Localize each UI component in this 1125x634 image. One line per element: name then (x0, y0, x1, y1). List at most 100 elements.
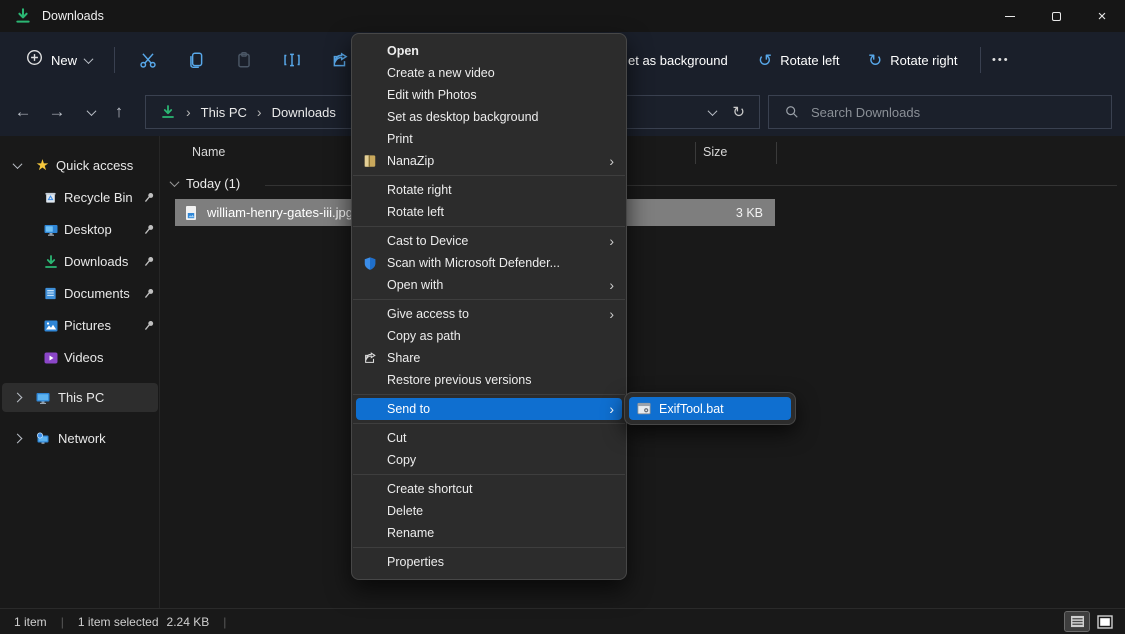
status-bar: 1 item | 1 item selected 2.24 KB | (0, 608, 1125, 634)
large-icons-view-button[interactable] (1093, 612, 1117, 631)
menu-item-nanazip[interactable]: NanaZip › (352, 150, 626, 172)
close-button[interactable]: × (1079, 0, 1125, 32)
maximize-button[interactable] (1033, 0, 1079, 32)
menu-item-create-a-new-video[interactable]: Create a new video (352, 62, 626, 84)
menu-item-properties[interactable]: Properties (352, 551, 626, 573)
new-button[interactable]: New (18, 42, 100, 78)
pictures-icon (42, 317, 59, 334)
toolbar-divider (980, 47, 981, 73)
menu-item-edit-with-photos[interactable]: Edit with Photos (352, 84, 626, 106)
large-icons-view-icon (1097, 615, 1113, 629)
title-bar: Downloads × (0, 0, 1125, 32)
menu-item-label: Cut (387, 431, 406, 445)
submenu-item-exiftool[interactable]: ExifTool.bat (629, 397, 791, 420)
item-count: 1 item (14, 615, 47, 629)
menu-item-copy[interactable]: Copy (352, 449, 626, 471)
menu-item-cut[interactable]: Cut (352, 427, 626, 449)
menu-item-copy-as-path[interactable]: Copy as path (352, 325, 626, 347)
menu-item-share[interactable]: Share (352, 347, 626, 369)
menu-separator (353, 299, 625, 300)
menu-separator (353, 394, 625, 395)
sidebar-item-network[interactable]: Network (2, 424, 158, 453)
menu-item-rename[interactable]: Rename (352, 522, 626, 544)
sidebar-item-recycle-bin[interactable]: Recycle Bin (2, 183, 158, 212)
file-size: 3 KB (736, 206, 763, 220)
menu-item-create-shortcut[interactable]: Create shortcut (352, 478, 626, 500)
chevron-down-icon (170, 177, 180, 187)
menu-separator (353, 226, 625, 227)
menu-item-set-as-desktop-background[interactable]: Set as desktop background (352, 106, 626, 128)
send-to-submenu: ExifTool.bat (624, 392, 796, 425)
sidebar-item-this-pc[interactable]: This PC (2, 383, 158, 412)
group-header-today[interactable]: Today (1) (171, 176, 240, 191)
menu-item-restore-previous-versions[interactable]: Restore previous versions (352, 369, 626, 391)
menu-item-give-access-to[interactable]: Give access to › (352, 303, 626, 325)
menu-item-rotate-left[interactable]: Rotate left (352, 201, 626, 223)
forward-button[interactable]: → (42, 98, 72, 126)
column-separator[interactable] (695, 142, 696, 164)
rename-button[interactable] (273, 42, 311, 78)
menu-item-label: Delete (387, 504, 423, 518)
rotate-left-button[interactable]: ↺ Rotate left (748, 42, 850, 78)
new-button-label: New (51, 53, 77, 68)
menu-item-open[interactable]: Open (352, 40, 626, 62)
submenu-arrow-icon: › (609, 278, 614, 292)
nanazip-icon (361, 152, 379, 170)
defender-shield-icon (361, 254, 379, 272)
refresh-icon[interactable]: ↻ (732, 103, 745, 121)
menu-item-delete[interactable]: Delete (352, 500, 626, 522)
selection-count: 1 item selected (78, 615, 159, 629)
search-icon (785, 105, 799, 119)
column-header-name[interactable]: Name (192, 145, 225, 159)
menu-item-label: Print (387, 132, 413, 146)
group-label: Today (1) (186, 176, 240, 191)
sidebar-item-pictures[interactable]: Pictures (2, 311, 158, 340)
rotate-right-button[interactable]: ↻ Rotate right (858, 42, 967, 78)
recent-locations-button[interactable] (76, 98, 106, 126)
sidebar-item-label: Pictures (64, 318, 111, 333)
breadcrumb-this-pc[interactable]: This PC (201, 105, 247, 120)
search-input[interactable] (811, 105, 1071, 120)
column-separator[interactable] (776, 142, 777, 164)
breadcrumb-downloads[interactable]: Downloads (272, 105, 336, 120)
menu-item-label: Rotate left (387, 205, 444, 219)
menu-item-rotate-right[interactable]: Rotate right (352, 179, 626, 201)
set-as-background-label[interactable]: et as background (628, 53, 728, 68)
window-title: Downloads (42, 9, 104, 23)
paste-button[interactable] (225, 42, 263, 78)
close-icon: × (1098, 9, 1107, 24)
sidebar-item-label: Documents (64, 286, 130, 301)
menu-item-label: Scan with Microsoft Defender... (387, 256, 560, 270)
sidebar-item-documents[interactable]: Documents (2, 279, 158, 308)
sidebar-item-label: Quick access (56, 158, 133, 173)
menu-item-scan-with-microsoft-defender[interactable]: Scan with Microsoft Defender... (352, 252, 626, 274)
menu-item-print[interactable]: Print (352, 128, 626, 150)
pin-icon (143, 255, 156, 268)
column-header-size[interactable]: Size (703, 145, 727, 159)
sidebar-item-desktop[interactable]: Desktop (2, 215, 158, 244)
see-more-button[interactable]: ••• (982, 42, 1020, 78)
cut-button[interactable] (129, 42, 167, 78)
rotate-right-label: Rotate right (890, 53, 957, 68)
chevron-right-icon (13, 393, 23, 403)
file-name: william-henry-gates-iii.jpg (207, 205, 353, 220)
menu-item-open-with[interactable]: Open with › (352, 274, 626, 296)
sidebar-item-quick-access[interactable]: ★ Quick access (2, 151, 158, 180)
star-icon: ★ (34, 157, 51, 174)
menu-item-send-to[interactable]: Send to › (356, 398, 622, 420)
sidebar-item-videos[interactable]: Videos (2, 343, 158, 372)
rotate-left-icon: ↺ (758, 52, 772, 69)
back-button[interactable]: ← (8, 98, 38, 126)
sidebar-item-label: Recycle Bin (64, 190, 133, 205)
minimize-button[interactable] (987, 0, 1033, 32)
details-view-button[interactable] (1065, 612, 1089, 631)
sidebar-item-downloads[interactable]: Downloads (2, 247, 158, 276)
address-dropdown-icon[interactable] (708, 106, 718, 116)
menu-item-cast-to-device[interactable]: Cast to Device › (352, 230, 626, 252)
plus-circle-icon (26, 49, 43, 71)
copy-button[interactable] (177, 42, 215, 78)
downloads-folder-icon (14, 7, 32, 25)
scissors-icon (139, 51, 157, 69)
up-button[interactable]: ↑ (104, 98, 134, 126)
search-box[interactable] (768, 95, 1112, 129)
